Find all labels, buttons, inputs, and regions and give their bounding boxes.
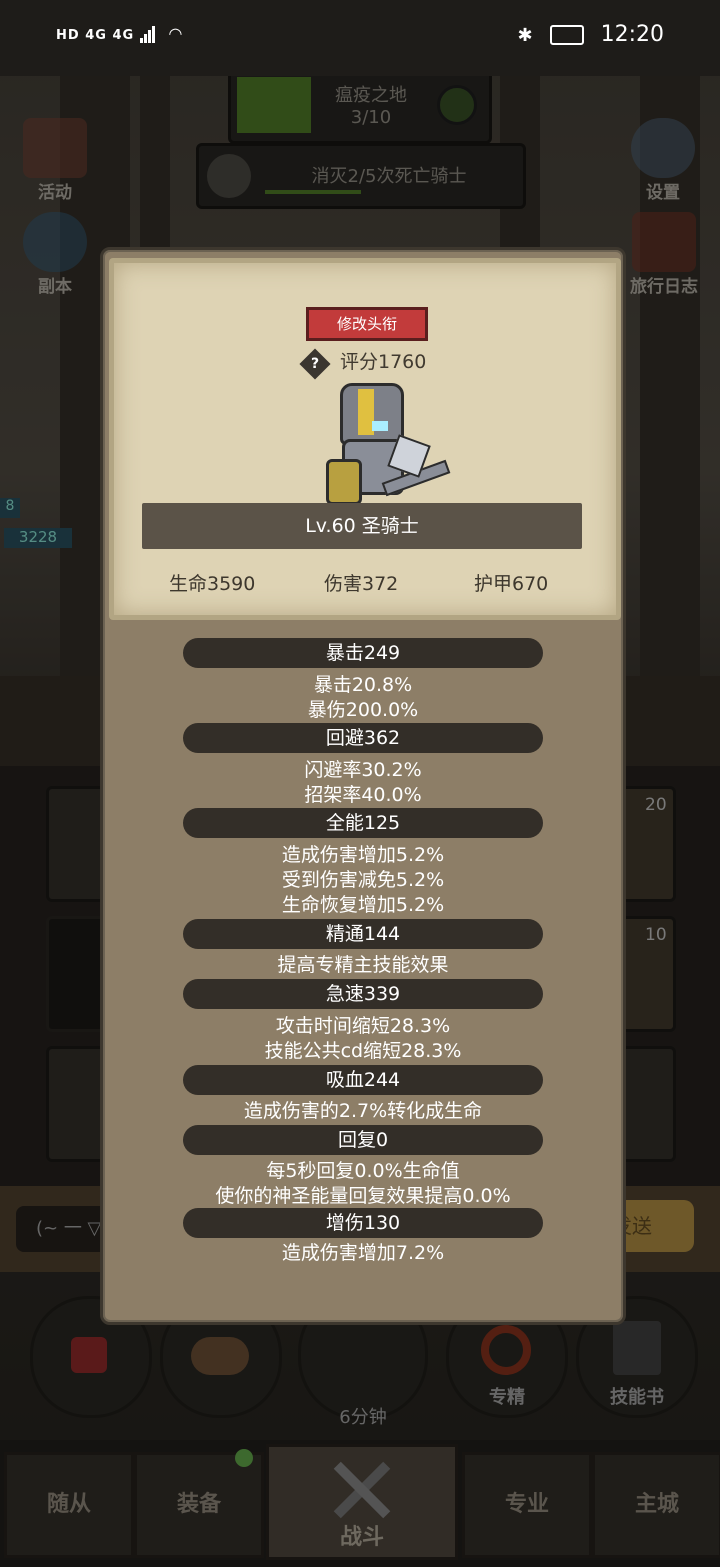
attr-line: 闪避率30.2% [304,759,422,781]
attr-line: 受到伤害减免5.2% [281,869,445,891]
attr-line: 暴击20.8% [313,674,413,696]
attr-header-mastery: 精通144 [183,919,543,949]
score-row: ? 评分1760 [299,347,427,380]
attr-line: 招架率40.0% [304,784,422,806]
signal-icon [139,26,156,43]
attr-line: 生命恢复增加5.2% [281,894,445,916]
stat-damage: 伤害372 [324,573,399,595]
attr-header-lifesteal: 吸血244 [183,1065,543,1095]
attr-header-avoidance: 回避362 [183,723,543,753]
character-stats-dialog: 修改头衔 ? 评分1760 Lv.60 圣骑士 生命3590 伤害372 护甲67… [100,247,626,1325]
attr-line: 暴伤200.0% [307,699,419,721]
attr-header-versatility: 全能125 [183,808,543,838]
attr-header-haste: 急速339 [183,979,543,1009]
score-value: 评分1760 [340,351,427,373]
bluetooth-icon: ✱ [517,25,533,46]
attr-line: 造成伤害增加7.2% [281,1242,445,1264]
attr-line: 每5秒回复0.0%生命值 [266,1160,460,1182]
paladin-character-sprite [312,383,452,513]
stat-health: 生命3590 [169,573,256,595]
status-bar: HD 4G 4G ◠ ✱ 12:20 [0,0,720,76]
battery-icon [549,25,584,45]
stat-armor: 护甲670 [474,573,549,595]
attr-line: 技能公共cd缩短28.3% [264,1040,462,1062]
wifi-icon: ◠ [169,24,183,43]
attr-line: 使你的神圣能量回复效果提高0.0% [215,1185,511,1207]
clock: 12:20 [600,22,664,47]
attr-line: 提高专精主技能效果 [277,954,449,976]
change-title-button[interactable]: 修改头衔 [306,307,428,341]
character-summary-card: 修改头衔 ? 评分1760 Lv.60 圣骑士 生命3590 伤害372 护甲67… [109,258,621,620]
attr-line: 攻击时间缩短28.3% [275,1015,451,1037]
attr-header-regen: 回复0 [183,1125,543,1155]
status-right: ✱ 12:20 [518,22,665,47]
attr-line: 造成伤害增加5.2% [281,844,445,866]
help-icon[interactable]: ? [299,348,331,380]
attr-line: 造成伤害的2.7%转化成生命 [243,1100,483,1122]
attr-header-damage-increase: 增伤130 [183,1208,543,1238]
signal-indicators: HD 4G 4G ◠ [56,24,183,43]
level-class-bar: Lv.60 圣骑士 [142,503,582,549]
attr-header-crit: 暴击249 [183,638,543,668]
